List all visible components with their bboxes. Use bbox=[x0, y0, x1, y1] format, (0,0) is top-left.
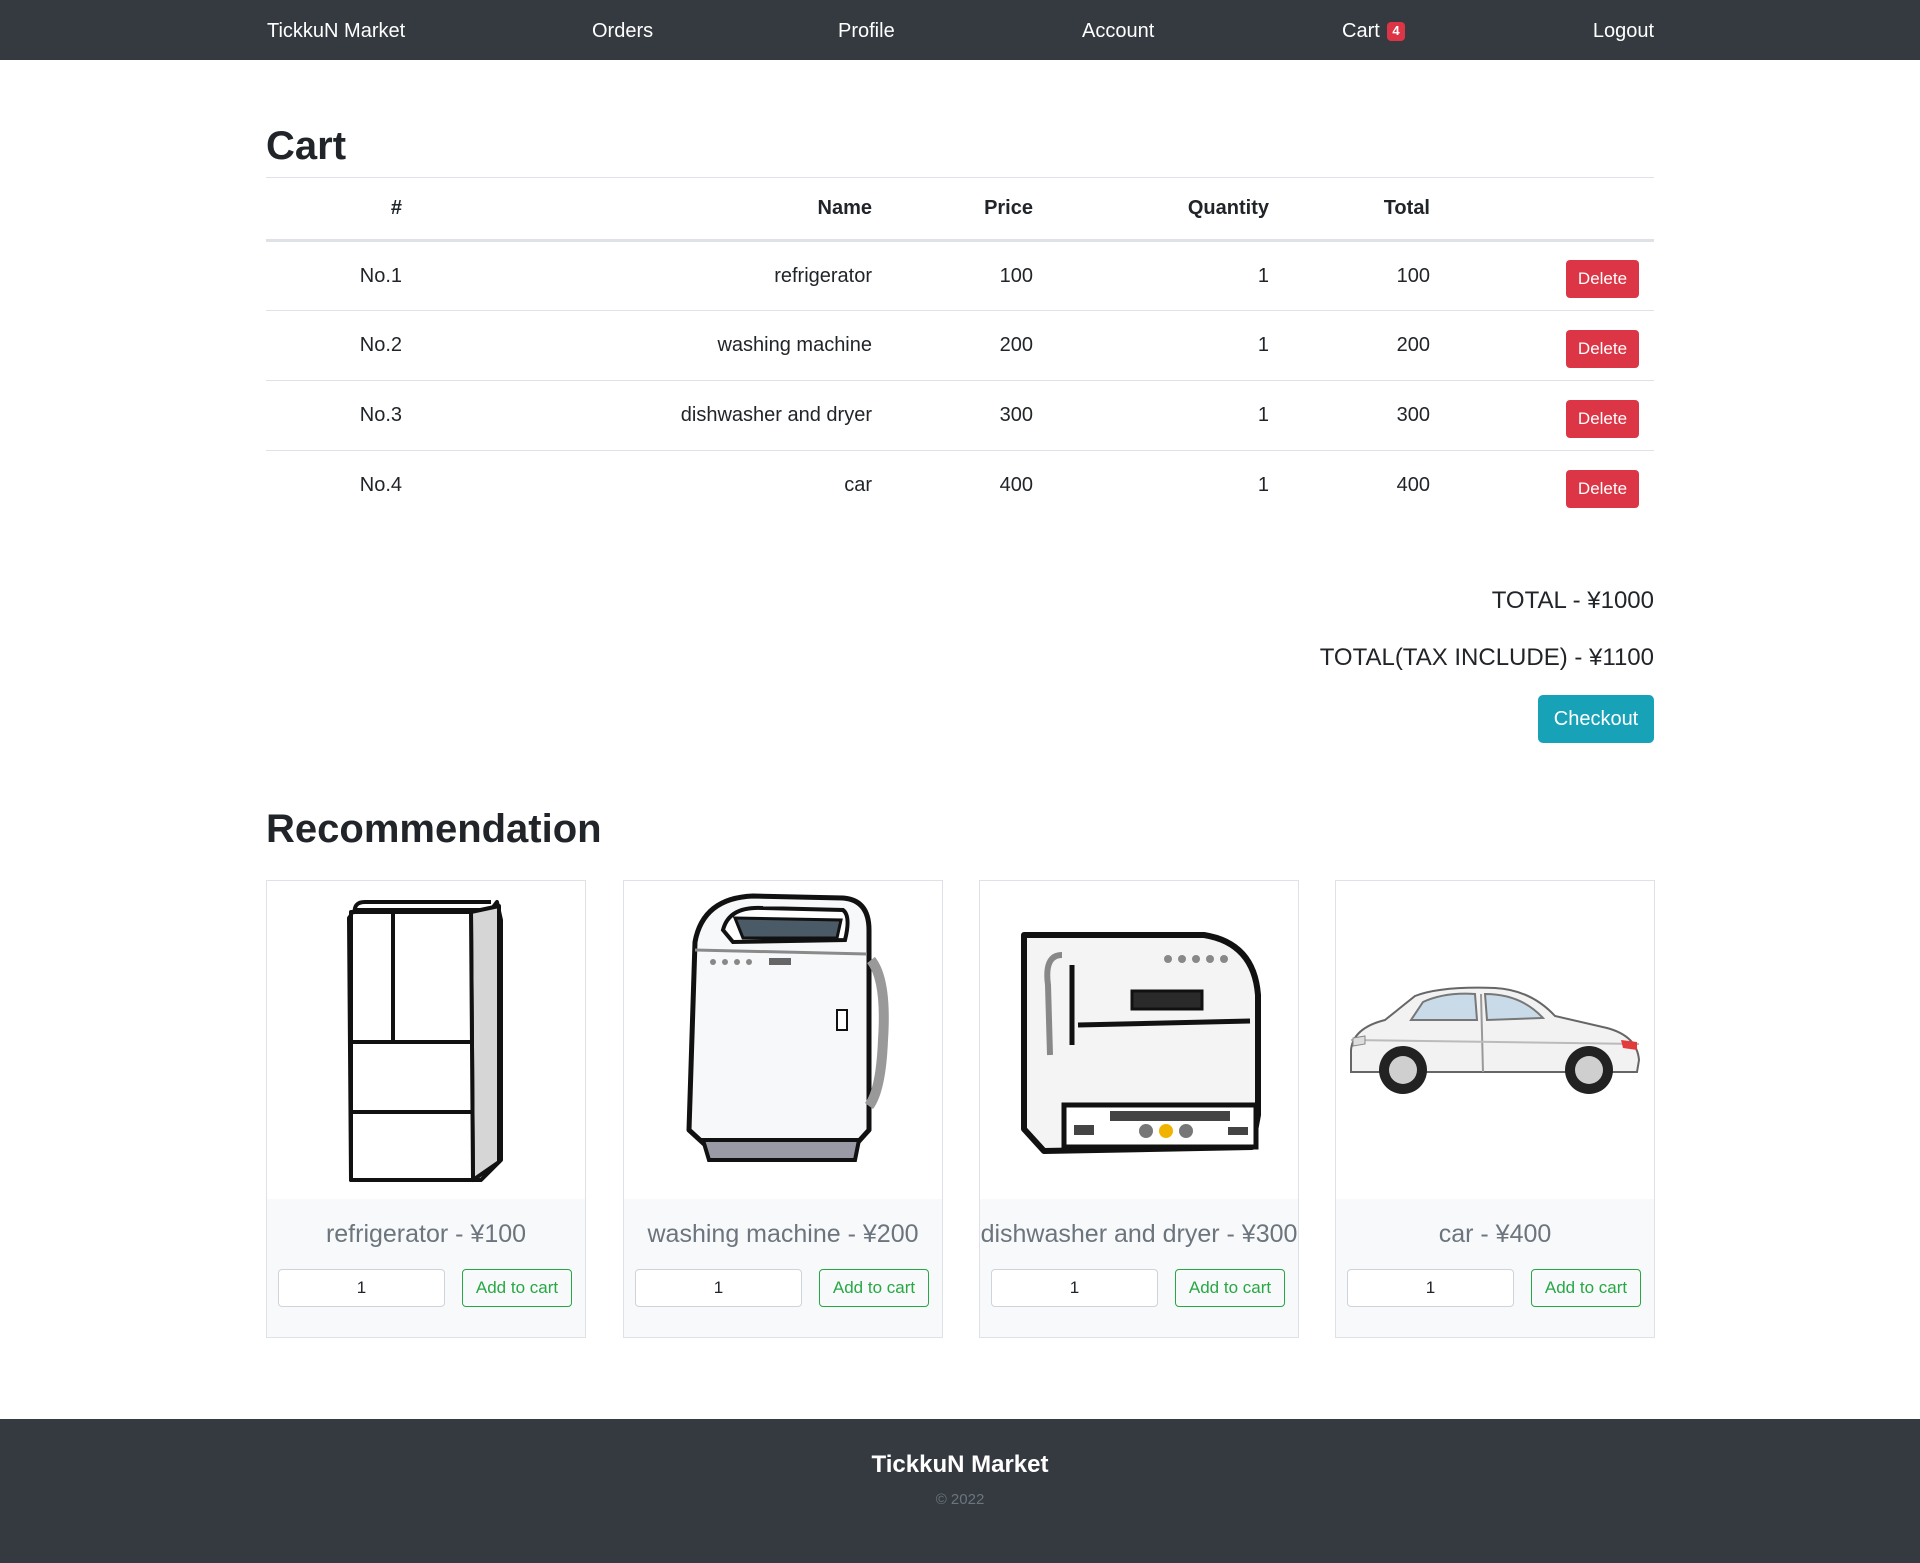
cart-total-tax: TOTAL(TAX INCLUDE) - ¥1100 bbox=[1319, 644, 1654, 671]
quantity-input[interactable] bbox=[635, 1269, 802, 1307]
cart-total: TOTAL - ¥1000 bbox=[1491, 587, 1654, 614]
row-total: 300 bbox=[1269, 380, 1430, 451]
quantity-input[interactable] bbox=[1347, 1269, 1514, 1307]
nav-logout-link[interactable]: Logout bbox=[1593, 18, 1654, 44]
dishwasher-image bbox=[980, 881, 1298, 1199]
row-number: No.4 bbox=[266, 450, 402, 521]
row-name: washing machine bbox=[402, 310, 872, 381]
row-total: 400 bbox=[1269, 450, 1430, 521]
row-number: No.3 bbox=[266, 380, 402, 451]
quantity-input[interactable] bbox=[278, 1269, 445, 1307]
product-caption: washing machine - ¥200 bbox=[647, 1220, 919, 1248]
cart-table-header-row: # Name Price Quantity Total bbox=[266, 177, 1654, 242]
header-action bbox=[1430, 177, 1654, 242]
product-caption: dishwasher and dryer - ¥300 bbox=[980, 1220, 1298, 1248]
add-to-cart-button[interactable]: Add to cart bbox=[462, 1269, 572, 1307]
table-row: No.1 refrigerator 100 1 100 Delete bbox=[266, 241, 1654, 311]
row-quantity: 1 bbox=[1033, 450, 1269, 521]
footer-copyright: © 2022 bbox=[935, 1491, 985, 1508]
header-total: Total bbox=[1269, 177, 1430, 242]
nav-account-link[interactable]: Account bbox=[1082, 18, 1154, 44]
table-row: No.2 washing machine 200 1 200 Delete bbox=[266, 310, 1654, 381]
table-row: No.3 dishwasher and dryer 300 1 300 Dele… bbox=[266, 380, 1654, 451]
row-quantity: 1 bbox=[1257, 264, 1269, 287]
quantity-input[interactable] bbox=[991, 1269, 1158, 1307]
delete-button[interactable]: Delete bbox=[1566, 469, 1639, 508]
delete-button[interactable]: Delete bbox=[1566, 399, 1639, 438]
car-image bbox=[1336, 881, 1654, 1199]
footer-brand: TickkuN Market bbox=[871, 1451, 1049, 1478]
product-card-refrigerator: refrigerator - ¥100 Add to cart bbox=[266, 880, 586, 1338]
product-card-dishwasher: dishwasher and dryer - ¥300 Add to cart bbox=[979, 880, 1299, 1338]
checkout-button[interactable]: Checkout bbox=[1538, 695, 1654, 743]
add-to-cart-button[interactable]: Add to cart bbox=[1531, 1269, 1641, 1307]
brand-link[interactable]: TickkuN Market bbox=[267, 18, 405, 44]
add-to-cart-button[interactable]: Add to cart bbox=[819, 1269, 929, 1307]
row-number: No.2 bbox=[266, 310, 402, 381]
product-card-car: car - ¥400 Add to cart bbox=[1335, 880, 1655, 1338]
cart-title: Cart bbox=[266, 124, 347, 168]
row-price: 100 bbox=[999, 264, 1033, 287]
row-quantity: 1 bbox=[1033, 380, 1269, 451]
row-price: 300 bbox=[872, 380, 1033, 451]
row-quantity: 1 bbox=[1033, 310, 1269, 381]
recommendation-title: Recommendation bbox=[266, 807, 602, 851]
delete-button[interactable]: Delete bbox=[1566, 260, 1639, 298]
product-caption: refrigerator - ¥100 bbox=[325, 1220, 527, 1248]
row-action-cell: Delete bbox=[1430, 310, 1654, 381]
add-to-cart-button[interactable]: Add to cart bbox=[1175, 1269, 1285, 1307]
washing-machine-image bbox=[624, 881, 942, 1199]
header-number: # bbox=[266, 177, 402, 242]
delete-button[interactable]: Delete bbox=[1566, 329, 1639, 368]
nav-orders-link[interactable]: Orders bbox=[592, 18, 653, 44]
header-quantity: Quantity bbox=[1033, 177, 1269, 242]
row-price: 400 bbox=[872, 450, 1033, 521]
row-price: 200 bbox=[872, 310, 1033, 381]
cart-count-badge: 4 bbox=[1387, 22, 1405, 41]
nav-cart-link[interactable]: Cart 4 bbox=[1342, 18, 1405, 44]
row-action-cell: Delete bbox=[1430, 450, 1654, 521]
row-action-cell: Delete bbox=[1430, 241, 1654, 311]
row-total: 200 bbox=[1269, 310, 1430, 381]
row-name: dishwasher and dryer bbox=[402, 380, 872, 451]
nav-profile-link[interactable]: Profile bbox=[838, 18, 895, 44]
page-footer: TickkuN Market © 2022 bbox=[0, 1419, 1920, 1563]
row-number: No.1 bbox=[359, 264, 402, 287]
top-navbar: TickkuN Market Orders Profile Account Ca… bbox=[0, 0, 1920, 60]
row-name: car bbox=[402, 450, 872, 521]
nav-cart-label: Cart bbox=[1342, 20, 1380, 42]
header-price: Price bbox=[872, 177, 1033, 242]
product-caption: car - ¥400 bbox=[1438, 1220, 1552, 1248]
refrigerator-image bbox=[267, 881, 585, 1199]
table-row: No.4 car 400 1 400 Delete bbox=[266, 450, 1654, 521]
header-name: Name bbox=[402, 177, 872, 242]
cart-table: # Name Price Quantity Total No.1 refrige… bbox=[266, 177, 1654, 521]
row-action-cell: Delete bbox=[1430, 380, 1654, 451]
row-total: 100 bbox=[1396, 264, 1430, 287]
row-name: refrigerator bbox=[774, 264, 872, 287]
product-card-washing-machine: washing machine - ¥200 Add to cart bbox=[623, 880, 943, 1338]
